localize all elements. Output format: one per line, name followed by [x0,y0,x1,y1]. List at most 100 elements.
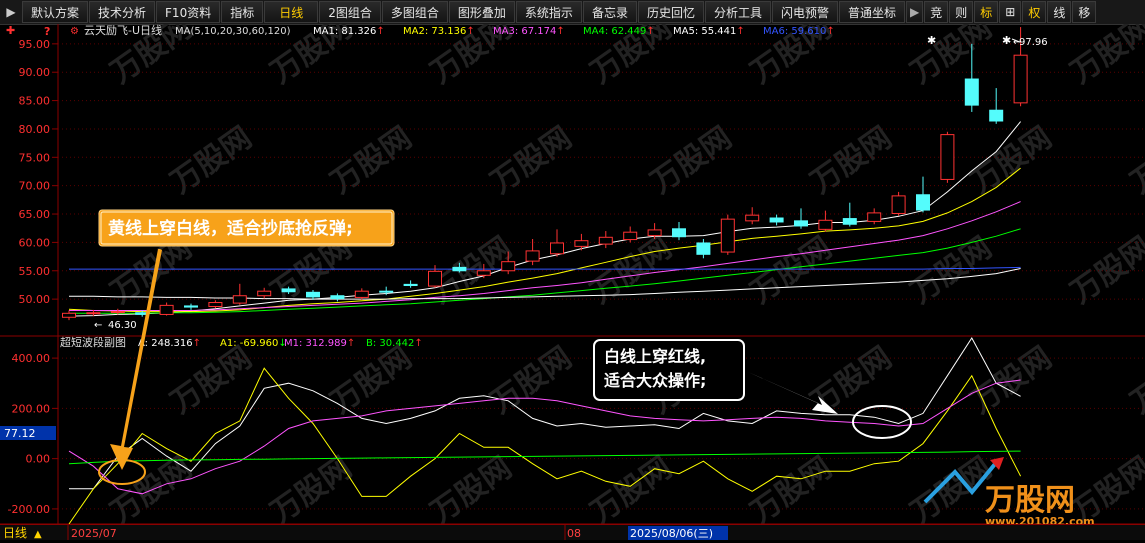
sub-legend-item: M1: 312.989↑ [284,338,355,349]
ma-legend: MA1: 81.326↑ MA2: 73.136↑ MA3: 67.174↑ MA4:… [313,26,835,37]
candle [62,310,76,321]
main-y-tick: 50.00 [19,293,51,306]
main-y-tick: 90.00 [19,66,51,79]
candle [672,221,686,241]
toolbar-right-item-0[interactable]: 竞 [924,1,949,23]
ma-params: MA(5,10,20,30,60,120) [175,26,291,37]
watermark-tile: 万股网 [745,450,839,530]
toolbar-item-1[interactable]: 技术分析 [89,1,156,23]
candle [550,229,564,257]
toolbar-more-icon[interactable]: ▶ [906,1,924,23]
main-y-tick: 60.00 [19,236,51,249]
watermark-tile: 万股网 [1065,230,1145,310]
period-up-icon[interactable]: ▲ [34,529,42,540]
candle [745,207,760,225]
ma-legend-item: MA4: 62.449↑ [583,26,655,37]
main-y-axis: 95.00 90.00 85.00 80.00 75.00 70.00 65.00 60.00… [19,38,58,306]
high-price-label: 97.96 [1019,37,1048,48]
pin-icon[interactable]: ✚ [6,24,15,37]
toolbar-item-13[interactable]: 普通坐标 [839,1,906,23]
top-toolbar: ▶ 默认方案 技术分析 F10资料 指标 日线 2图组合 多图组合 图形叠加 系统指示 备忘录 历史… [0,0,1145,25]
main-y-tick: 65.00 [19,208,51,221]
candle [403,280,418,288]
main-y-tick: 95.00 [19,38,51,51]
toolbar-right-item-6[interactable]: 移 [1072,1,1097,23]
low-price-label: 46.30 [108,320,137,331]
main-chart-title: 云天励飞-U日线 [84,24,162,37]
ma-legend-item: MA5: 55.441↑ [673,26,745,37]
high-arrow-icon: ← [1013,37,1021,48]
main-y-tick: 55.00 [19,265,51,278]
candle [623,226,638,243]
watermark-tile: 万股网 [805,120,899,200]
candle [989,88,1004,124]
candle [940,131,955,183]
sub-y-tick: 200.00 [12,402,51,415]
candle [720,214,735,255]
watermark-tile: 万股网 [325,120,419,200]
candle [354,288,369,300]
low-marker: ← 46.30 [94,320,137,331]
candle [525,238,540,266]
toolbar-right-item-4[interactable]: 权 [1022,1,1047,23]
watermark-layer: 万股网 万股网 万股网 万股网 万股网 万股网 万股网万股网 万股网 万股网 万股网 万股网 万股网万… [105,10,1145,530]
candle [208,300,223,309]
candle [696,238,711,259]
cursor-date: 2025/08/06(三) [630,527,713,540]
sub-y-tick: 0.00 [26,453,51,466]
toolbar-item-8[interactable]: 系统指示 [515,1,582,23]
toolbar-right-item-5[interactable]: 线 [1047,1,1072,23]
watermark-tile: 万股网 [1065,24,1145,91]
main-y-tick: 70.00 [19,180,51,193]
ma-legend-item: MA1: 81.326↑ [313,26,385,37]
toolbar-right-item-2[interactable]: 标 [974,1,999,23]
ma-legend-item: MA3: 67.174↑ [493,26,565,37]
candle [867,208,882,225]
toolbar-right-item-3[interactable]: ⊞ [999,1,1022,23]
candle [184,303,198,310]
toolbar-item-11[interactable]: 分析工具 [704,1,771,23]
stock-chart: 万股网 万股网 万股网 万股网 万股网 万股网 万股网万股网 万股网 万股网 万股网 万股网 万股网万… [0,10,1145,531]
watermark-tile: 万股网 [645,120,739,200]
low-arrow-icon: ← [94,320,102,331]
sub-legend: A: 248.316↑ A1: -69.960↓M1: 312.989↑ B: 30… [138,338,423,349]
period-label[interactable]: 日线 [3,526,27,540]
toolbar-item-9[interactable]: 备忘录 [582,1,637,23]
toolbar-item-6[interactable]: 多图组合 [381,1,448,23]
star-icon: ✱ [1002,34,1011,47]
sub-line-b [68,450,1021,465]
candle [818,210,833,232]
watermark-tile: 万股网 [265,450,359,530]
watermark-tile: 万股网 [165,120,259,200]
brand-name: 万股网 [985,483,1075,518]
buy-signal-text: 黄线上穿白线，适合抄底抢反弹; [108,218,353,239]
ma-legend-item: MA6: 59.610↑ [763,26,835,37]
candle [891,191,906,216]
sub-legend-item: B: 30.442↑ [366,338,423,349]
sub-chart-title: 超短波段副图 [60,335,126,349]
settings-icon[interactable]: ⚙ [70,26,79,37]
candle [598,231,613,249]
status-bar: 日线 ▲ 2025/07 08 2025/08/06(三) [0,524,1145,540]
toolbar-item-7[interactable]: 图形叠加 [448,1,515,23]
toolbar-item-4[interactable]: 日线 [264,1,319,23]
candle [232,283,247,305]
toolbar-item-5[interactable]: 2图组合 [319,1,381,23]
toolbar-right-item-1[interactable]: 则 [949,1,974,23]
main-y-tick: 80.00 [19,123,51,136]
toolbar-item-10[interactable]: 历史回忆 [637,1,704,23]
watermark-tile: 万股网 [905,24,999,91]
toolbar-item-12[interactable]: 闪电预警 [771,1,838,23]
cursor-value-box: 77.12 [0,426,56,440]
toolbar-item-0[interactable]: 默认方案 [22,1,89,23]
toolbar-arrow-icon[interactable]: ▶ [0,0,22,24]
help-icon[interactable]: ? [44,25,50,38]
candle [916,176,930,213]
cross-signal-line2: 适合大众操作; [604,371,706,390]
toolbar-item-3[interactable]: 指标 [221,1,264,23]
sub-y-tick: 400.00 [12,352,51,365]
watermark-tile: 万股网 [425,450,519,530]
start-date-label: 2025/07 [71,527,117,540]
candle [159,302,174,316]
toolbar-item-2[interactable]: F10资料 [156,1,221,23]
